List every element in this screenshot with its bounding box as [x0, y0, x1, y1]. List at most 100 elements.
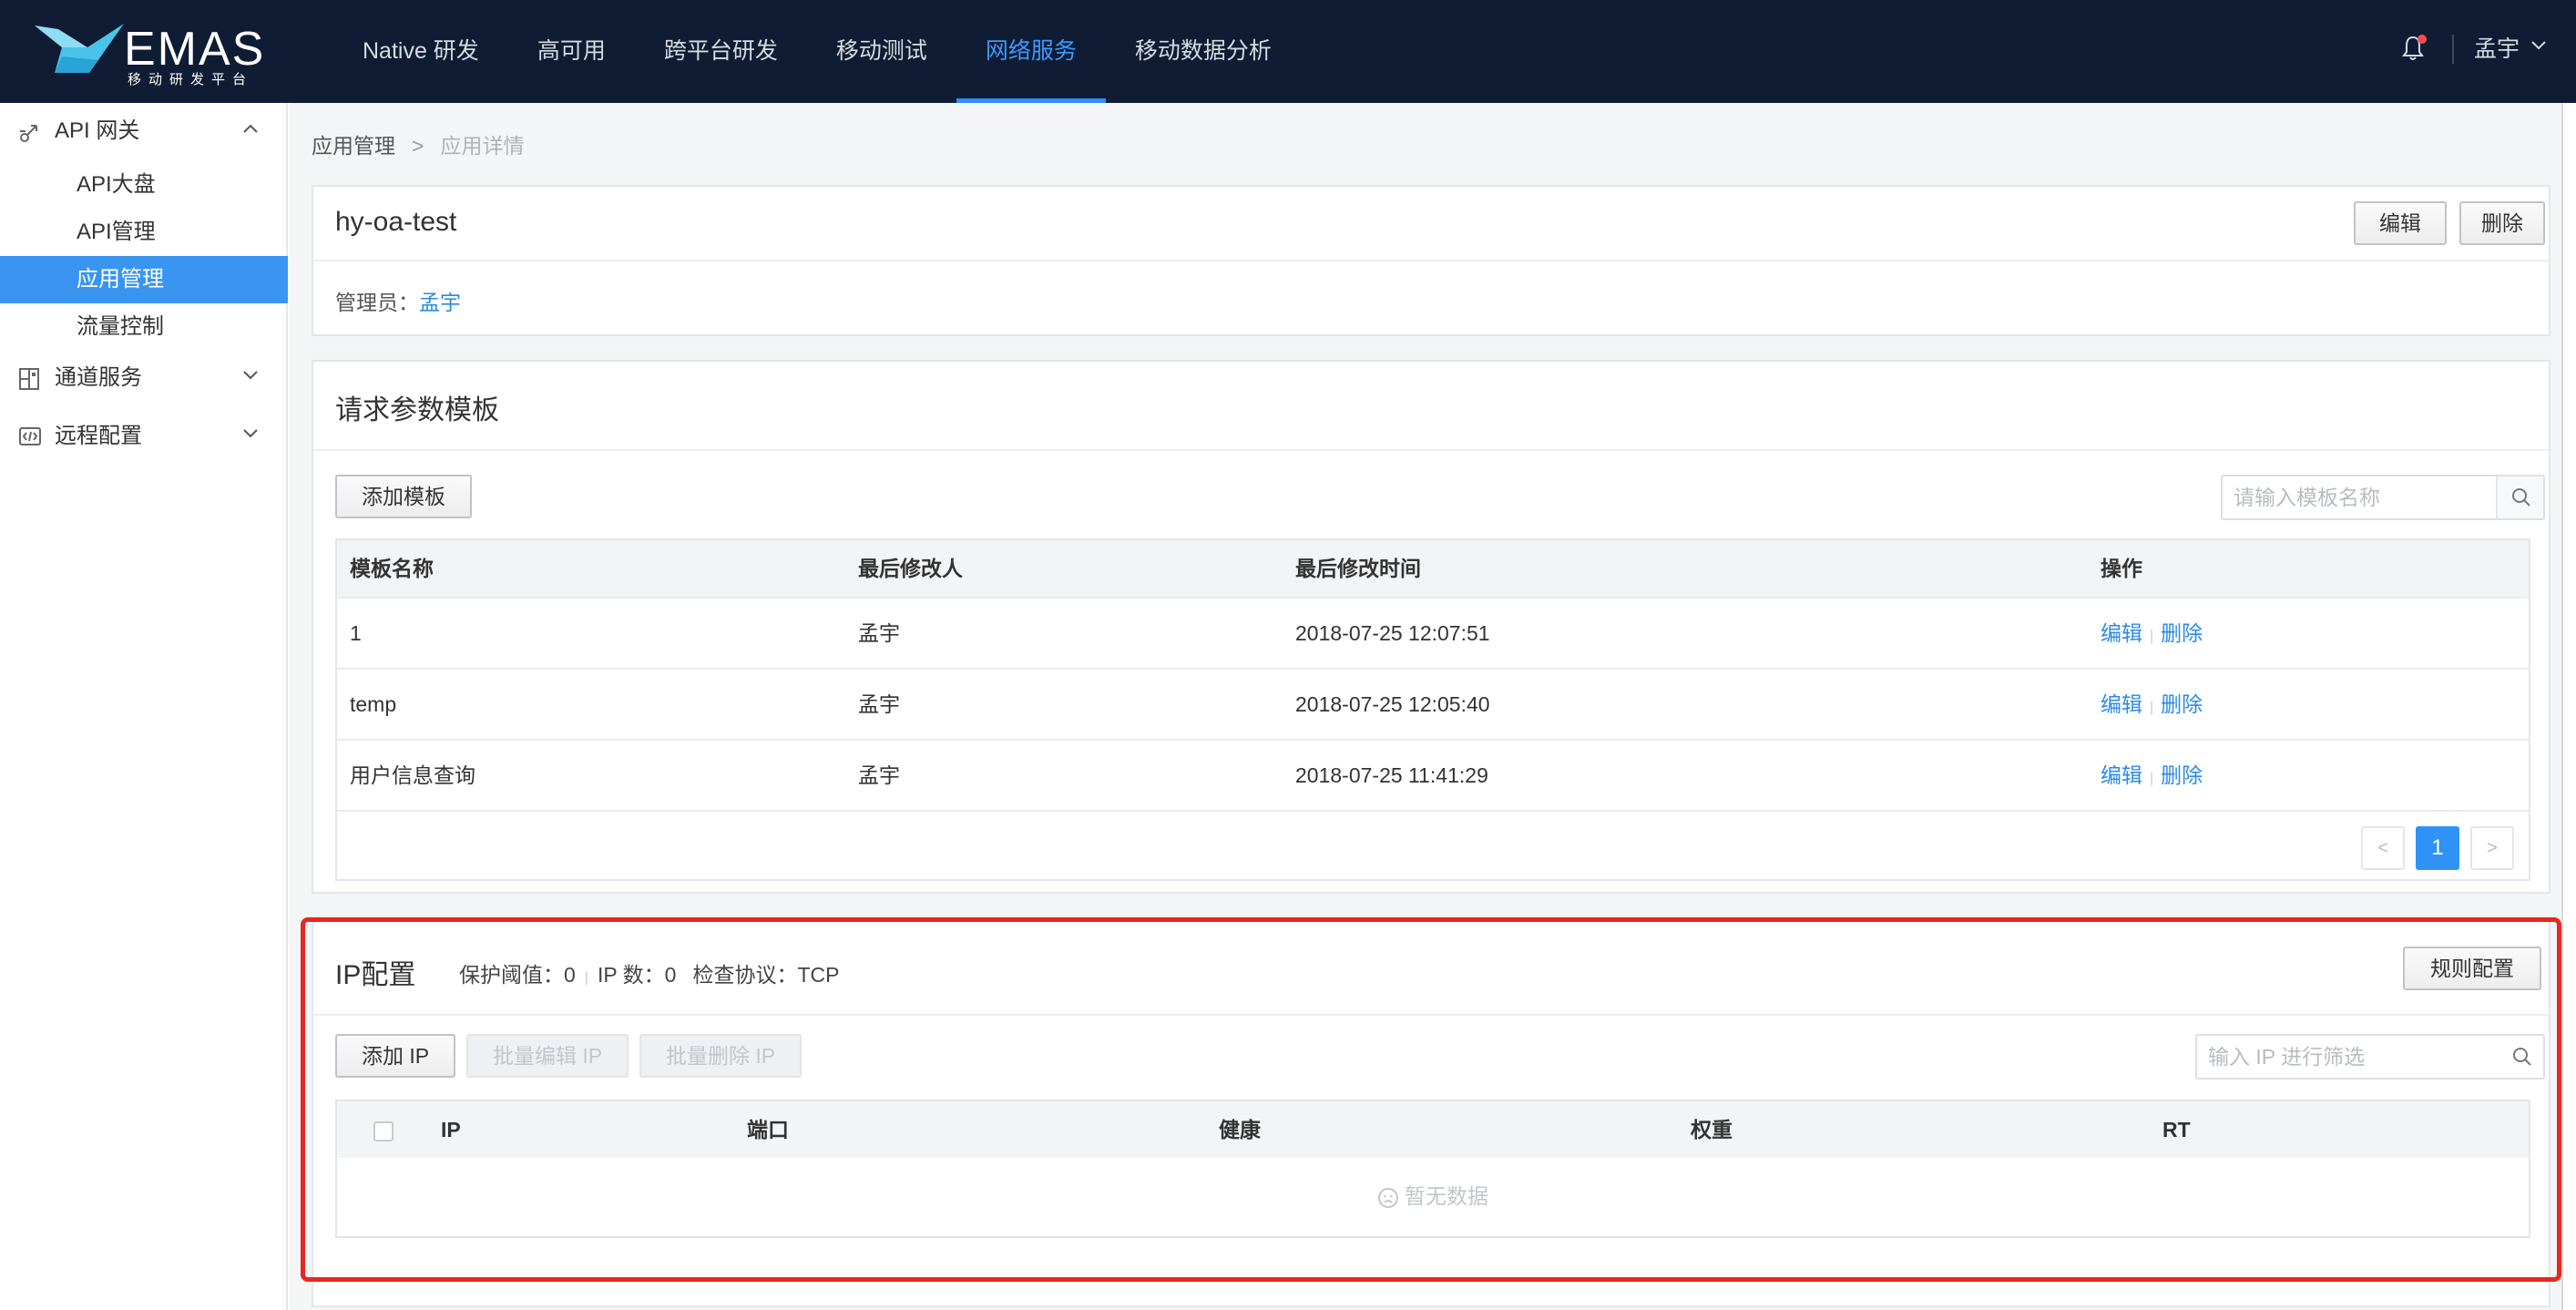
remote-config-icon [19, 427, 41, 445]
batch-delete-ip-button[interactable]: 批量删除 IP [639, 1034, 802, 1078]
batch-edit-ip-button[interactable]: 批量编辑 IP [466, 1034, 629, 1078]
table-row: 用户信息查询 孟宇 2018-07-25 11:41:29 编辑 | 删除 [337, 739, 2529, 810]
breadcrumb-parent[interactable]: 应用管理 [312, 134, 395, 158]
nav-network-service[interactable]: 网络服务 [956, 0, 1106, 103]
template-modifier: 孟宇 [858, 692, 900, 716]
sidebar-item-traffic-control[interactable]: 流量控制 [0, 303, 288, 351]
meta-separator: | [584, 970, 588, 986]
ip-count-value: 0 [664, 963, 677, 987]
gateway-icon [20, 125, 37, 142]
template-search-button[interactable] [2496, 476, 2543, 518]
add-template-button[interactable]: 添加模板 [335, 475, 472, 518]
template-search-input[interactable] [2223, 476, 2496, 518]
row-actions: 编辑 | 删除 [2101, 741, 2203, 810]
admin-name[interactable]: 孟宇 [419, 291, 461, 314]
sidebar-group-api-gateway[interactable]: API 网关 [0, 106, 288, 157]
template-modifier: 孟宇 [858, 621, 900, 645]
nav-cross-platform[interactable]: 跨平台研发 [635, 0, 807, 103]
nav-data-analytics[interactable]: 移动数据分析 [1106, 0, 1301, 103]
emas-logo-icon [35, 24, 124, 73]
sidebar-group-remote-config[interactable]: 远程配置 [0, 411, 288, 462]
sidebar-item-app-management[interactable]: 应用管理 [0, 256, 288, 303]
nav-mobile-testing[interactable]: 移动测试 [807, 0, 956, 103]
breadcrumb-current: 应用详情 [440, 134, 525, 158]
column-header: RT [2162, 1118, 2191, 1141]
sidebar-group-label: 远程配置 [55, 424, 142, 448]
edit-template-link[interactable]: 编辑 [2101, 692, 2142, 716]
table-header: 模板名称 最后修改人 最后修改时间 操作 [337, 540, 2529, 597]
template-time: 2018-07-25 11:41:29 [1295, 763, 1488, 787]
row-actions: 编辑 | 删除 [2101, 599, 2203, 668]
delete-template-link[interactable]: 删除 [2161, 692, 2203, 716]
edit-app-button[interactable]: 编辑 [2354, 201, 2447, 245]
ip-table: IP 端口 健康 权重 RT 暂无数据 [335, 1100, 2530, 1238]
select-all-checkbox[interactable] [373, 1121, 394, 1141]
app-info-card: hy-oa-test 编辑 删除 管理员：孟宇 [312, 185, 2550, 336]
empty-text: 暂无数据 [1405, 1184, 1488, 1208]
breadcrumb: 应用管理 > 应用详情 [312, 128, 524, 159]
chevron-up-icon [243, 124, 258, 133]
app-name: hy-oa-test [335, 207, 457, 237]
rule-config-button[interactable]: 规则配置 [2403, 947, 2541, 990]
column-header: 最后修改人 [858, 557, 963, 580]
channel-icon [19, 368, 39, 390]
sidebar: API 网关 API大盘 API管理 应用管理 流量控制 通道服务 远程配置 [0, 103, 288, 1310]
table-row: 1 孟宇 2018-07-25 12:07:51 编辑 | 删除 [337, 597, 2529, 668]
protect-threshold-value: 0 [564, 963, 576, 987]
ip-config-meta: 保护阈值：0 | IP 数：0 检查协议：TCP [459, 957, 839, 988]
prev-page-button[interactable]: < [2361, 826, 2405, 870]
templates-card: 请求参数模板 添加模板 模板名称 最后修改人 最后修改时间 操作 1 孟宇 [312, 360, 2550, 894]
ip-config-title: IP配置 [335, 960, 416, 990]
divider [313, 1014, 2549, 1016]
window-edge [2561, 103, 2576, 1310]
column-header: 健康 [1219, 1118, 1261, 1141]
ip-config-card: IP配置 保护阈值：0 | IP 数：0 检查协议：TCP 规则配置 添加 IP 批量… [312, 917, 2550, 1307]
delete-template-link[interactable]: 删除 [2161, 763, 2203, 787]
table-row: temp 孟宇 2018-07-25 12:05:40 编辑 | 删除 [337, 668, 2529, 739]
edit-template-link[interactable]: 编辑 [2101, 763, 2142, 787]
ip-filter-input[interactable] [2197, 1036, 2498, 1078]
nav-high-availability[interactable]: 高可用 [508, 0, 635, 103]
column-header: 操作 [2101, 557, 2142, 580]
action-separator: | [2150, 629, 2154, 644]
delete-template-link[interactable]: 删除 [2161, 621, 2203, 645]
divider [313, 449, 2549, 451]
row-actions: 编辑 | 删除 [2101, 670, 2203, 739]
templates-table: 模板名称 最后修改人 最后修改时间 操作 1 孟宇 2018-07-25 12:… [335, 538, 2530, 881]
template-name: 1 [350, 621, 362, 645]
top-navbar: EMAS 移动研发平台 Native 研发 高可用 跨平台研发 移动测试 网络服… [0, 0, 2576, 103]
user-name[interactable]: 孟宇 [2474, 31, 2520, 64]
sidebar-group-label: 通道服务 [55, 365, 142, 390]
brand-logo[interactable]: EMAS 移动研发平台 [35, 18, 266, 87]
chevron-down-icon[interactable] [2530, 40, 2547, 51]
delete-app-button[interactable]: 删除 [2459, 201, 2545, 245]
brand-name: EMAS [124, 23, 266, 76]
breadcrumb-separator: > [412, 134, 424, 158]
template-name: 用户信息查询 [350, 763, 475, 787]
protocol-label: 检查协议： [692, 963, 798, 987]
template-search [2221, 475, 2545, 520]
main-nav: Native 研发 高可用 跨平台研发 移动测试 网络服务 移动数据分析 [333, 0, 1301, 103]
admin-info: 管理员：孟宇 [335, 285, 461, 316]
pagination-row: < 1 > [337, 810, 2529, 881]
brand-subtitle: 移动研发平台 [128, 72, 254, 87]
column-header: IP [441, 1118, 461, 1141]
nav-native[interactable]: Native 研发 [333, 0, 508, 103]
sidebar-item-api-dashboard[interactable]: API大盘 [0, 161, 288, 209]
add-ip-button[interactable]: 添加 IP [335, 1034, 455, 1078]
notification-dot [2418, 35, 2427, 44]
sidebar-item-api-management[interactable]: API管理 [0, 209, 288, 256]
edit-template-link[interactable]: 编辑 [2101, 621, 2142, 645]
nav-divider [2452, 35, 2454, 64]
column-header: 权重 [1691, 1118, 1733, 1141]
search-icon[interactable] [2512, 1047, 2532, 1067]
page-button[interactable]: 1 [2416, 826, 2459, 870]
divider [313, 260, 2549, 261]
search-icon [2512, 488, 2530, 507]
column-header: 最后修改时间 [1295, 557, 1421, 580]
template-modifier: 孟宇 [858, 763, 900, 787]
next-page-button[interactable]: > [2470, 826, 2514, 870]
admin-label: 管理员： [335, 291, 419, 314]
sidebar-group-channel-service[interactable]: 通道服务 [0, 353, 288, 404]
empty-face-icon [1378, 1187, 1398, 1208]
